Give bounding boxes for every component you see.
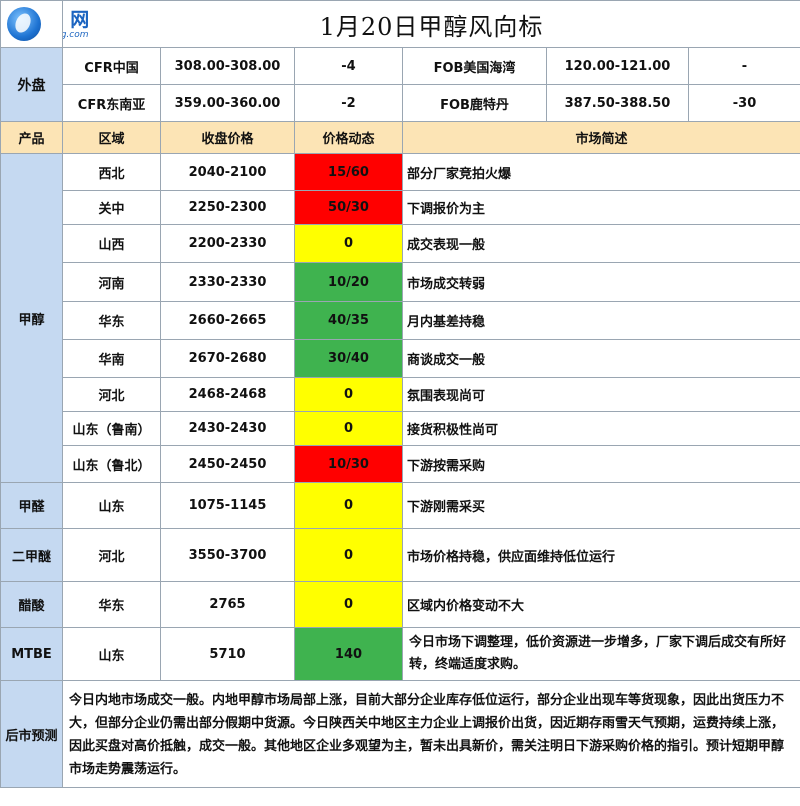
region-cell: 华东 [62, 301, 161, 340]
product-label: 二甲醚 [0, 528, 63, 582]
wind-vane-table: 甲 醇 网 JiaChunWang.com 1月20日甲醇风向标 外盘 CFR中… [0, 0, 800, 788]
price-cell: 2670-2680 [160, 339, 295, 378]
forecast-text: 今日内地市场成交一般。内地甲醇市场局部上涨，目前大部分企业库存低位运行，部分企业… [62, 680, 800, 788]
table-row: 华南 2670-2680 30/40 商谈成交一般 [1, 339, 800, 378]
dynamic-cell: 10/30 [294, 445, 403, 483]
external-left-change: -2 [294, 84, 403, 122]
external-right-name: FOB美国海湾 [402, 47, 547, 85]
table-row: 山东（鲁北） 2450-2450 10/30 下游按需采购 [1, 445, 800, 483]
region-cell: 河南 [62, 262, 161, 302]
external-left-price: 359.00-360.00 [160, 84, 295, 122]
table-row: MTBE 山东 5710 140 今日市场下调整理，低价资源进一步增多，厂家下调… [0, 627, 800, 681]
forecast-row: 后市预测 今日内地市场成交一般。内地甲醇市场局部上涨，目前大部分企业库存低位运行… [0, 680, 800, 788]
column-header-summary: 市场简述 [402, 121, 800, 154]
dynamic-cell: 50/30 [294, 190, 403, 225]
summary-cell: 市场价格持稳，供应面维持低位运行 [402, 528, 800, 582]
summary-cell: 下游刚需采买 [402, 482, 800, 529]
region-cell: 山东（鲁南） [62, 411, 161, 446]
external-left-name: CFR中国 [62, 47, 161, 85]
table-row: 河北 2468-2468 0 氛围表现尚可 [1, 377, 800, 412]
logo-text-cn: 甲 醇 网 [64, 9, 93, 31]
dynamic-cell: 0 [294, 224, 403, 263]
column-header-region: 区域 [62, 121, 161, 154]
external-right-change: - [688, 47, 800, 85]
region-cell: 河北 [62, 528, 161, 582]
price-cell: 2468-2468 [160, 377, 295, 412]
title-cell: 甲 醇 网 JiaChunWang.com 1月20日甲醇风向标 [62, 0, 800, 48]
price-cell: 2330-2330 [160, 262, 295, 302]
region-cell: 华东 [62, 581, 161, 628]
external-right-change: -30 [688, 84, 800, 122]
price-cell: 3550-3700 [160, 528, 295, 582]
table-row: 二甲醚 河北 3550-3700 0 市场价格持稳，供应面维持低位运行 [0, 528, 800, 582]
price-cell: 2430-2430 [160, 411, 295, 446]
product-label: MTBE [0, 627, 63, 681]
price-cell: 2200-2330 [160, 224, 295, 263]
price-cell: 2040-2100 [160, 153, 295, 191]
external-left-name: CFR东南亚 [62, 84, 161, 122]
table-row: 山东（鲁南） 2430-2430 0 接货积极性尚可 [1, 411, 800, 446]
table-row: 醋酸 华东 2765 0 区域内价格变动不大 [0, 581, 800, 628]
region-cell: 河北 [62, 377, 161, 412]
summary-cell: 商谈成交一般 [402, 339, 800, 378]
price-cell: 2765 [160, 581, 295, 628]
dynamic-cell: 15/60 [294, 153, 403, 191]
dynamic-cell: 140 [294, 627, 403, 681]
summary-cell: 区域内价格变动不大 [402, 581, 800, 628]
forecast-label: 后市预测 [0, 680, 63, 788]
summary-cell: 下游按需采购 [402, 445, 800, 483]
summary-cell: 接货积极性尚可 [402, 411, 800, 446]
table-row: 华东 2660-2665 40/35 月内基差持稳 [1, 301, 800, 340]
summary-cell: 市场成交转弱 [402, 262, 800, 302]
external-right-price: 387.50-388.50 [546, 84, 689, 122]
region-cell: 关中 [62, 190, 161, 225]
page-title: 1月20日甲醇风向标 [319, 12, 544, 41]
product-label: 甲醛 [0, 482, 63, 529]
summary-cell: 今日市场下调整理，低价资源进一步增多，厂家下调后成交有所好转，终端适度求购。 [402, 627, 800, 681]
dynamic-cell: 0 [294, 581, 403, 628]
price-cell: 5710 [160, 627, 295, 681]
dynamic-cell: 30/40 [294, 339, 403, 378]
price-cell: 2450-2450 [160, 445, 295, 483]
summary-cell: 成交表现一般 [402, 224, 800, 263]
dynamic-cell: 0 [294, 482, 403, 529]
product-label: 醋酸 [0, 581, 63, 628]
logo-text-en: JiaChunWang.com [64, 30, 89, 40]
summary-cell: 部分厂家竞拍火爆 [402, 153, 800, 191]
summary-cell: 下调报价为主 [402, 190, 800, 225]
region-cell: 山东 [62, 627, 161, 681]
dynamic-cell: 0 [294, 411, 403, 446]
table-row: 关中 2250-2300 50/30 下调报价为主 [1, 190, 800, 225]
region-cell: 山东 [62, 482, 161, 529]
column-header-product: 产品 [0, 121, 63, 154]
dynamic-cell: 40/35 [294, 301, 403, 340]
region-cell: 山东（鲁北） [62, 445, 161, 483]
dynamic-cell: 0 [294, 528, 403, 582]
price-cell: 2250-2300 [160, 190, 295, 225]
dynamic-cell: 0 [294, 377, 403, 412]
region-cell: 山西 [62, 224, 161, 263]
external-left-price: 308.00-308.00 [160, 47, 295, 85]
price-cell: 2660-2665 [160, 301, 295, 340]
column-header-dynamic: 价格动态 [294, 121, 403, 154]
table-row: 河南 2330-2330 10/20 市场成交转弱 [1, 262, 800, 302]
column-header-price: 收盘价格 [160, 121, 295, 154]
summary-cell: 月内基差持稳 [402, 301, 800, 340]
product-label: 甲醇 [0, 153, 63, 483]
table-row: 山西 2200-2330 0 成交表现一般 [1, 224, 800, 263]
region-cell: 华南 [62, 339, 161, 378]
external-right-price: 120.00-121.00 [546, 47, 689, 85]
external-label: 外盘 [0, 47, 63, 122]
dynamic-cell: 10/20 [294, 262, 403, 302]
table-row: 甲醛 山东 1075-1145 0 下游刚需采买 [0, 482, 800, 529]
logo [0, 0, 63, 48]
price-cell: 1075-1145 [160, 482, 295, 529]
logo-globe-icon [7, 7, 41, 41]
external-right-name: FOB鹿特丹 [402, 84, 547, 122]
region-cell: 西北 [62, 153, 161, 191]
external-left-change: -4 [294, 47, 403, 85]
table-row: 甲醇 西北 2040-2100 15/60 部分厂家竞拍火爆 [0, 153, 800, 483]
summary-cell: 氛围表现尚可 [402, 377, 800, 412]
